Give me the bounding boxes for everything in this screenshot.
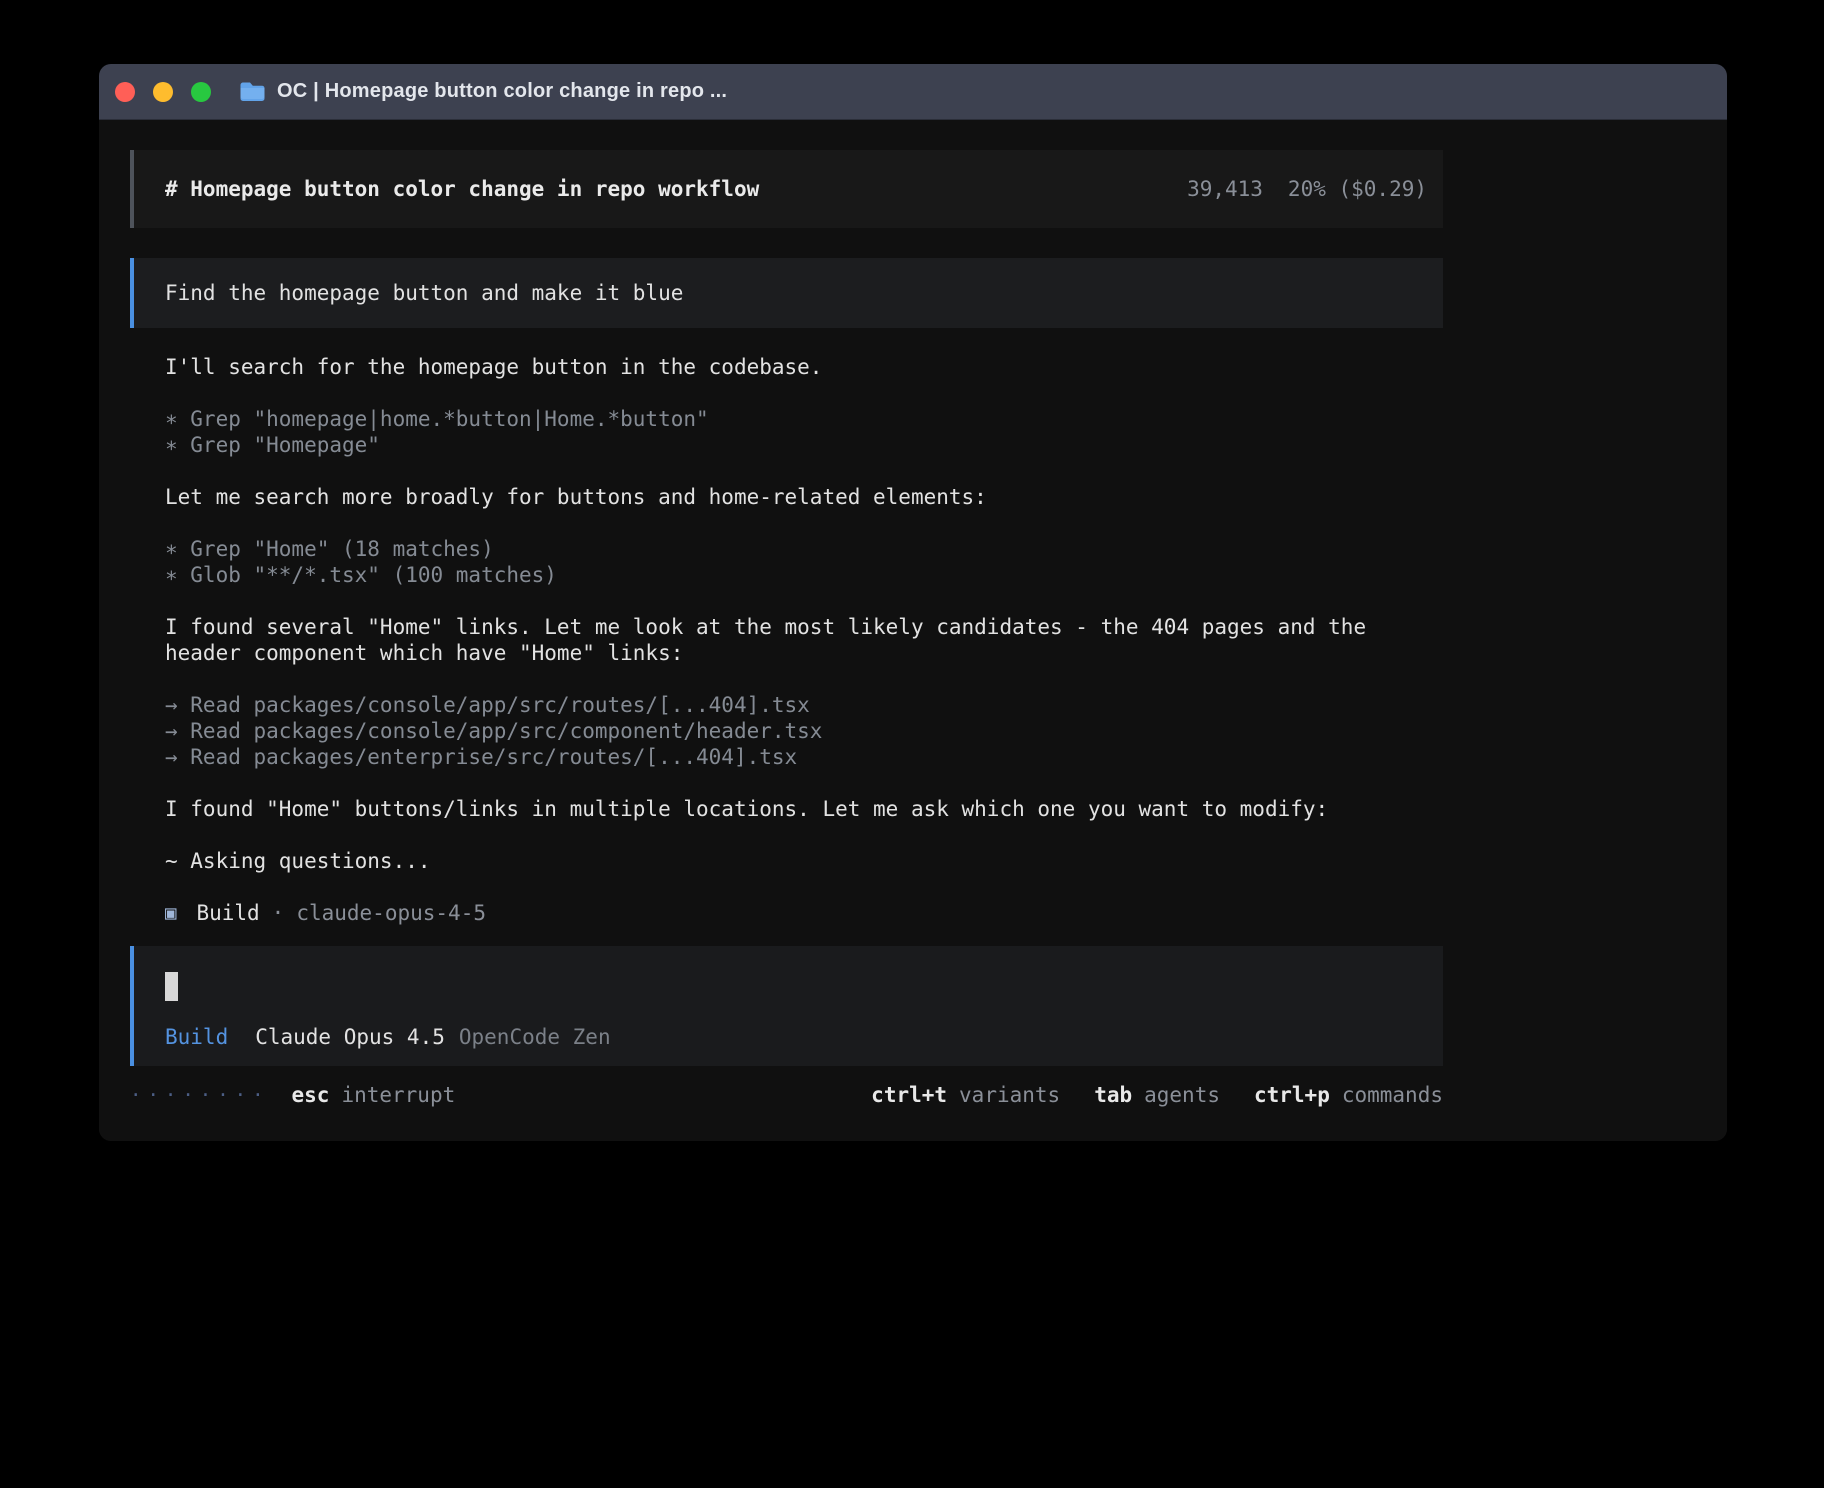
tool-call-group: ∗ Grep "homepage|home.*button|Home.*butt… xyxy=(165,406,1405,458)
status-left: ········ esc interrupt xyxy=(130,1082,455,1108)
commands-hint: ctrl+p commands xyxy=(1254,1082,1443,1108)
agent-line: ▣ Build · claude-opus-4-5 xyxy=(165,900,1405,926)
tool-call: → Read packages/console/app/src/componen… xyxy=(165,718,1405,744)
assistant-text: I found several "Home" links. Let me loo… xyxy=(165,614,1405,666)
session-stats: 39,413 20% ($0.29) xyxy=(1187,176,1427,202)
status-right: ctrl+t variants tab agents ctrl+p comman… xyxy=(871,1082,1443,1108)
token-count: 39,413 xyxy=(1187,176,1263,202)
agent-model: claude-opus-4-5 xyxy=(296,900,486,926)
prompt-input[interactable]: Build Claude Opus 4.5 OpenCode Zen xyxy=(130,946,1443,1066)
mode-label: Build xyxy=(165,1024,228,1050)
terminal-content: # Homepage button color change in repo w… xyxy=(99,120,1727,1141)
variants-hint: ctrl+t variants xyxy=(871,1082,1060,1108)
tool-call: ∗ Glob "**/*.tsx" (100 matches) xyxy=(165,562,1405,588)
interrupt-hint: esc interrupt xyxy=(292,1082,456,1108)
zoom-button[interactable] xyxy=(191,82,211,102)
provider-label: OpenCode Zen xyxy=(459,1024,611,1050)
assistant-text: Let me search more broadly for buttons a… xyxy=(165,484,1405,510)
session-header: # Homepage button color change in repo w… xyxy=(130,150,1443,228)
minimize-button[interactable] xyxy=(153,82,173,102)
agent-icon: ▣ xyxy=(165,900,176,926)
titlebar: OC | Homepage button color change in rep… xyxy=(99,64,1727,120)
agents-hint: tab agents xyxy=(1094,1082,1220,1108)
tool-call: → Read packages/enterprise/src/routes/[.… xyxy=(165,744,1405,770)
close-button[interactable] xyxy=(115,82,135,102)
model-label: Claude Opus 4.5 xyxy=(255,1024,445,1050)
tab-key: tab xyxy=(1094,1082,1132,1108)
tool-call: ∗ Grep "homepage|home.*button|Home.*butt… xyxy=(165,406,1405,432)
transcript: I'll search for the homepage button in t… xyxy=(165,354,1405,926)
session-title: # Homepage button color change in repo w… xyxy=(165,176,759,202)
assistant-text: I found "Home" buttons/links in multiple… xyxy=(165,796,1405,822)
interrupt-label: interrupt xyxy=(341,1082,455,1108)
window-title: OC | Homepage button color change in rep… xyxy=(277,80,727,103)
user-message: Find the homepage button and make it blu… xyxy=(130,258,1443,328)
context-usage: 20% ($0.29) xyxy=(1288,176,1427,202)
agent-separator: · xyxy=(272,900,285,926)
assistant-text: I'll search for the homepage button in t… xyxy=(165,354,1405,380)
tool-call-group: → Read packages/console/app/src/routes/[… xyxy=(165,692,1405,770)
working-status: ~ Asking questions... xyxy=(165,848,1405,874)
tool-call: ∗ Grep "Home" (18 matches) xyxy=(165,536,1405,562)
folder-icon xyxy=(239,81,266,102)
commands-label: commands xyxy=(1342,1082,1443,1108)
input-meta: Build Claude Opus 4.5 OpenCode Zen xyxy=(165,1024,1427,1050)
text-cursor xyxy=(165,972,178,1001)
status-bar: ········ esc interrupt ctrl+t variants t… xyxy=(130,1082,1443,1108)
esc-key: esc xyxy=(292,1082,330,1108)
tool-call: → Read packages/console/app/src/routes/[… xyxy=(165,692,1405,718)
terminal-window: OC | Homepage button color change in rep… xyxy=(99,64,1727,1141)
agents-label: agents xyxy=(1144,1082,1220,1108)
traffic-lights xyxy=(115,82,211,102)
variants-label: variants xyxy=(959,1082,1060,1108)
throbber-dots: ········ xyxy=(130,1082,270,1108)
ctrl-p-key: ctrl+p xyxy=(1254,1082,1330,1108)
tool-call-group: ∗ Grep "Home" (18 matches) ∗ Glob "**/*.… xyxy=(165,536,1405,588)
user-message-text: Find the homepage button and make it blu… xyxy=(165,280,683,306)
agent-name: Build xyxy=(196,900,259,926)
tool-call: ∗ Grep "Homepage" xyxy=(165,432,1405,458)
ctrl-t-key: ctrl+t xyxy=(871,1082,947,1108)
